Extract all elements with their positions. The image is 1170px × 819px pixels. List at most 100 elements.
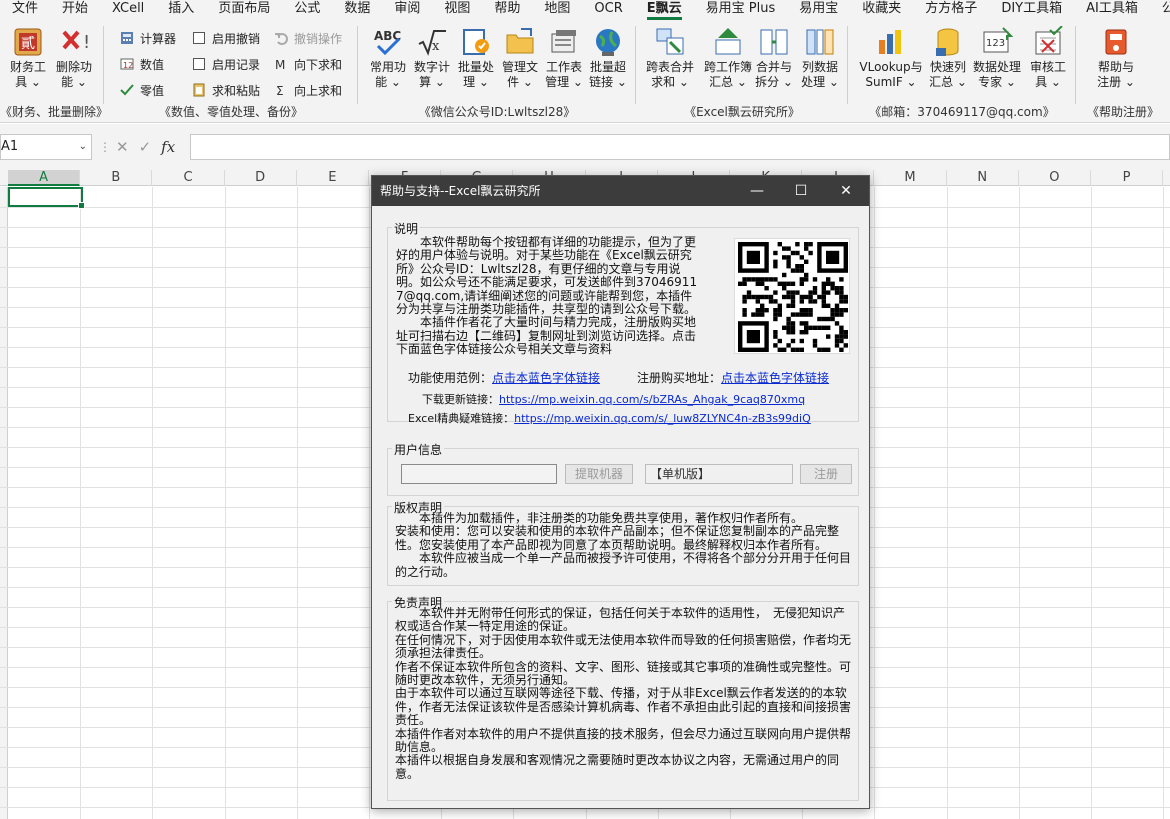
number-button[interactable]: 12 数值 — [120, 54, 164, 74]
dialog-titlebar: 帮助与支持--Excel飘云研究所 — ☐ ✕ — [372, 176, 869, 206]
formula-buttons: ✕ ✓ fx — [110, 134, 188, 160]
sum-up-button[interactable]: Σ 向上求和 — [274, 80, 342, 100]
buy-link[interactable]: 点击本蓝色字体链接 — [721, 371, 829, 385]
sum-paste-button[interactable]: 求和粘贴 — [192, 80, 260, 100]
undo-operation-label: 撤销操作 — [294, 31, 343, 46]
formula-input[interactable] — [190, 134, 1170, 160]
tab-14[interactable]: 易用宝 — [787, 0, 850, 20]
sum-up-icon: Σ — [274, 83, 288, 98]
data-expert-button[interactable]: 123 数据处理 专家 ⌄ — [968, 26, 1026, 90]
tab-13[interactable]: 易用宝 Plus — [694, 0, 788, 20]
sum-down-button[interactable]: M 向下求和 — [274, 54, 342, 74]
maximize-icon[interactable]: ☐ — [778, 176, 824, 206]
description-legend: 说明 — [392, 220, 421, 237]
machine-code-input[interactable] — [401, 464, 557, 484]
close-icon[interactable]: ✕ — [823, 176, 869, 206]
column-header[interactable]: P — [1091, 170, 1164, 186]
register-button[interactable]: 注册 — [800, 464, 852, 484]
dialog-title: 帮助与支持--Excel飘云研究所 — [380, 184, 541, 198]
column-header[interactable]: N — [947, 170, 1019, 186]
column-header[interactable]: O — [1019, 170, 1091, 186]
faq-link-row: Excel精典疑难链接：https://mp.weixin.qq.com/s/_… — [408, 410, 811, 426]
undo-operation-button[interactable]: 撤销操作 — [274, 28, 342, 48]
group-excel-piaoyun: 跨表合并 求和 ⌄ 跨工作簿 汇总 ⌄ 合并与 拆分 ⌄ 列数据 处理 ⌄ 《E… — [636, 20, 848, 123]
column-header[interactable]: B — [80, 170, 153, 186]
audit-tool-label: 审核工 具 ⌄ — [1029, 60, 1066, 89]
vlookup-chart-icon — [875, 26, 907, 58]
column-header[interactable]: C — [152, 170, 225, 186]
delete-function-button[interactable]: ! 删除功 能 ⌄ — [48, 26, 100, 90]
merge-sum-button[interactable]: 跨表合并 求和 ⌄ — [640, 26, 700, 90]
download-link-row: 下载更新链接：https://mp.weixin.qq.com/s/bZRAs_… — [422, 391, 805, 407]
merge-split-button[interactable]: 合并与 拆分 ⌄ — [748, 26, 800, 90]
column-header[interactable]: E — [297, 170, 369, 186]
tab-11[interactable]: OCR — [582, 0, 634, 20]
tab-0[interactable]: 文件 — [0, 0, 50, 20]
enable-record-checkbox[interactable]: 启用记录 — [192, 54, 260, 74]
tab-10[interactable]: 地图 — [532, 0, 582, 20]
tab-18[interactable]: AI工具箱 — [1074, 0, 1150, 20]
tab-5[interactable]: 公式 — [282, 0, 332, 20]
tab-8[interactable]: 视图 — [432, 0, 482, 20]
zero-value-button[interactable]: 零值 — [120, 80, 164, 100]
column-header[interactable]: D — [225, 170, 297, 186]
column-data-button[interactable]: 列数据 处理 ⌄ — [794, 26, 846, 90]
group-caption: 《邮箱：370469117@qq.com》 — [869, 105, 1055, 119]
example-link-row: 功能使用范例：点击本蓝色字体链接 — [408, 369, 600, 386]
svg-text:x: x — [432, 39, 440, 54]
edition-field[interactable]: 【单机版】 — [645, 464, 793, 484]
tab-19[interactable]: 公式向导 — [1150, 0, 1170, 20]
finance-seal-icon: 貳 — [12, 26, 44, 58]
disclaimer-section: 免责声明 本软件并无附带任何形式的保证，包括任何关于本软件的适用性， 无侵犯知识… — [387, 594, 859, 801]
group-caption: 《数值、零值处理、备份》 — [158, 105, 303, 119]
insert-function-icon[interactable]: fx — [161, 138, 175, 156]
tab-15[interactable]: 收藏夹 — [850, 0, 913, 20]
tab-17[interactable]: DIY工具箱 — [989, 0, 1074, 20]
column-header[interactable]: M — [874, 170, 947, 186]
extract-machine-button[interactable]: 提取机器 — [565, 464, 633, 484]
tab-6[interactable]: 数据 — [332, 0, 382, 20]
enable-undo-checkbox[interactable]: 启用撤销 — [192, 28, 260, 48]
database-icon — [932, 26, 964, 58]
calculator-label: 计算器 — [140, 31, 177, 46]
name-box[interactable]: A1 ⌄ — [0, 134, 92, 160]
tab-4[interactable]: 页面布局 — [206, 0, 282, 20]
minimize-icon[interactable]: — — [734, 176, 780, 206]
merge-split-icon — [758, 26, 790, 58]
tab-2[interactable]: XCell — [100, 0, 156, 20]
user-info-section: 用户信息 提取机器 【单机版】 注册 — [387, 441, 859, 496]
tab-16[interactable]: 方方格子 — [913, 0, 989, 20]
tab-9[interactable]: 帮助 — [482, 0, 532, 20]
help-register-button[interactable]: 帮助与 注册 ⌄ — [1090, 26, 1142, 90]
tab-12[interactable]: E飘云 — [635, 0, 694, 20]
confirm-icon[interactable]: ✓ — [139, 138, 152, 156]
name-box-value: A1 — [1, 139, 19, 154]
faq-link[interactable]: https://mp.weixin.qq.com/s/_luw8ZLYNC4n-… — [514, 412, 811, 425]
quick-column-summary-label: 快速列 汇总 ⌄ — [929, 60, 967, 89]
column-header[interactable]: A — [8, 170, 81, 186]
audit-tool-button[interactable]: 审核工 具 ⌄ — [1022, 25, 1074, 90]
cancel-icon[interactable]: ✕ — [116, 138, 129, 156]
description-text: 本软件帮助每个按钮都有详细的功能提示，但为了更好的用户体验与说明。对于某些功能在… — [396, 236, 698, 357]
tab-7[interactable]: 审阅 — [382, 0, 432, 20]
batch-hyperlink-button[interactable]: 批量超 链接 ⌄ — [582, 26, 634, 90]
description-section: 说明 本软件帮助每个按钮都有详细的功能提示，但为了更好的用户体验与说明。对于某些… — [387, 220, 859, 425]
active-cell[interactable] — [8, 187, 85, 209]
quick-column-summary-button[interactable]: 快速列 汇总 ⌄ — [922, 26, 974, 90]
download-link[interactable]: https://mp.weixin.qq.com/s/bZRAs_Ahgak_9… — [499, 393, 805, 406]
chevron-down-icon[interactable]: ⌄ — [79, 135, 87, 159]
tab-1[interactable]: 开始 — [50, 0, 100, 20]
copyright-text: 本插件为加载插件，非注册类的功能免费共享使用，著作权归作者所有。 安装和使用：您… — [395, 512, 851, 579]
calculator-icon — [120, 31, 134, 45]
number-label: 数值 — [140, 57, 165, 72]
svg-text:貳: 貳 — [21, 36, 35, 52]
undo-icon — [274, 31, 288, 45]
finance-tools-button[interactable]: 貳 财务工 具 ⌄ — [2, 26, 54, 90]
ribbon: 貳 财务工 具 ⌄ ! 删除功 能 ⌄ 《财务、批量删除》 计算器 启用撤销 撤… — [0, 20, 1170, 123]
vlookup-sumif-button[interactable]: VLookup与 SumIF ⌄ — [854, 26, 928, 90]
data-expert-label: 数据处理 专家 ⌄ — [972, 60, 1021, 89]
example-link[interactable]: 点击本蓝色字体链接 — [492, 371, 600, 385]
tab-3[interactable]: 插入 — [156, 0, 206, 20]
calculator-button[interactable]: 计算器 — [120, 28, 176, 48]
merge-sum-icon — [654, 26, 686, 58]
